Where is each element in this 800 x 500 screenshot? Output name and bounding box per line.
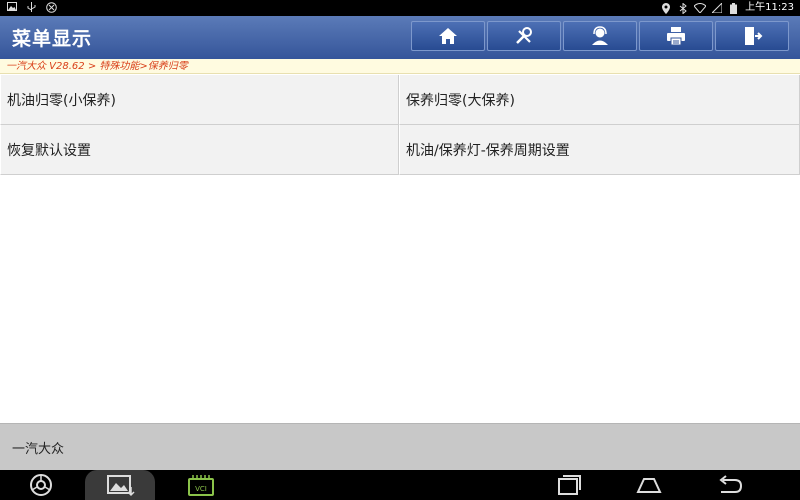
status-time: 上午11:23: [745, 2, 794, 13]
support-agent-button[interactable]: [563, 21, 637, 51]
vci-icon: VCI: [188, 475, 214, 496]
menu-grid: 机油归零(小保养) 保养归零(大保养) 恢复默认设置 机油/保养灯-保养周期设置: [0, 75, 800, 175]
printer-icon: [667, 27, 685, 46]
menu-item-oil-reset[interactable]: 机油归零(小保养): [0, 75, 399, 125]
image-icon: [6, 2, 17, 13]
exit-button[interactable]: [715, 21, 789, 51]
bluetooth-icon: [677, 1, 688, 15]
usb-icon: [26, 2, 37, 13]
menu-item-service-reset[interactable]: 保养归零(大保养): [399, 75, 800, 125]
support-agent-icon: [592, 26, 608, 45]
wifi-icon: [693, 2, 707, 14]
battery-icon: [728, 2, 739, 14]
vci-button[interactable]: VCI: [183, 470, 219, 500]
browser-button[interactable]: [24, 470, 58, 500]
location-icon: [660, 2, 671, 14]
back-button[interactable]: [712, 470, 748, 500]
gallery-button[interactable]: [85, 470, 155, 500]
recent-apps-icon: [558, 475, 581, 495]
home-button[interactable]: [411, 21, 485, 51]
usb-debug-icon: [46, 2, 57, 13]
home-nav-button[interactable]: [632, 470, 666, 500]
menu-item-service-interval-settings[interactable]: 机油/保养灯-保养周期设置: [399, 125, 800, 175]
status-bar: 上午11:23: [0, 0, 800, 16]
exit-icon: [745, 27, 763, 45]
toolbar: [411, 21, 789, 51]
back-icon: [719, 475, 743, 493]
navigation-bar: VCI: [0, 470, 800, 500]
home-nav-icon: [636, 478, 662, 493]
browser-icon: [30, 474, 52, 496]
vehicle-label: 一汽大众: [12, 442, 65, 457]
recent-apps-button[interactable]: [552, 470, 586, 500]
print-button[interactable]: [639, 21, 713, 51]
breadcrumb: 一汽大众 V28.62 > 特殊功能>保养归零: [0, 59, 800, 74]
vci-label: VCI: [195, 485, 207, 493]
diagnostic-tools-button[interactable]: [487, 21, 561, 51]
page-title: 菜单显示: [12, 28, 93, 50]
diagnostic-tools-icon: [516, 27, 532, 44]
title-bar: 菜单显示: [0, 16, 800, 59]
vehicle-footer: 一汽大众: [0, 423, 800, 470]
home-icon: [439, 28, 457, 44]
menu-item-restore-defaults[interactable]: 恢复默认设置: [0, 125, 399, 175]
signal-icon: [710, 1, 723, 14]
gallery-icon: [107, 475, 135, 497]
